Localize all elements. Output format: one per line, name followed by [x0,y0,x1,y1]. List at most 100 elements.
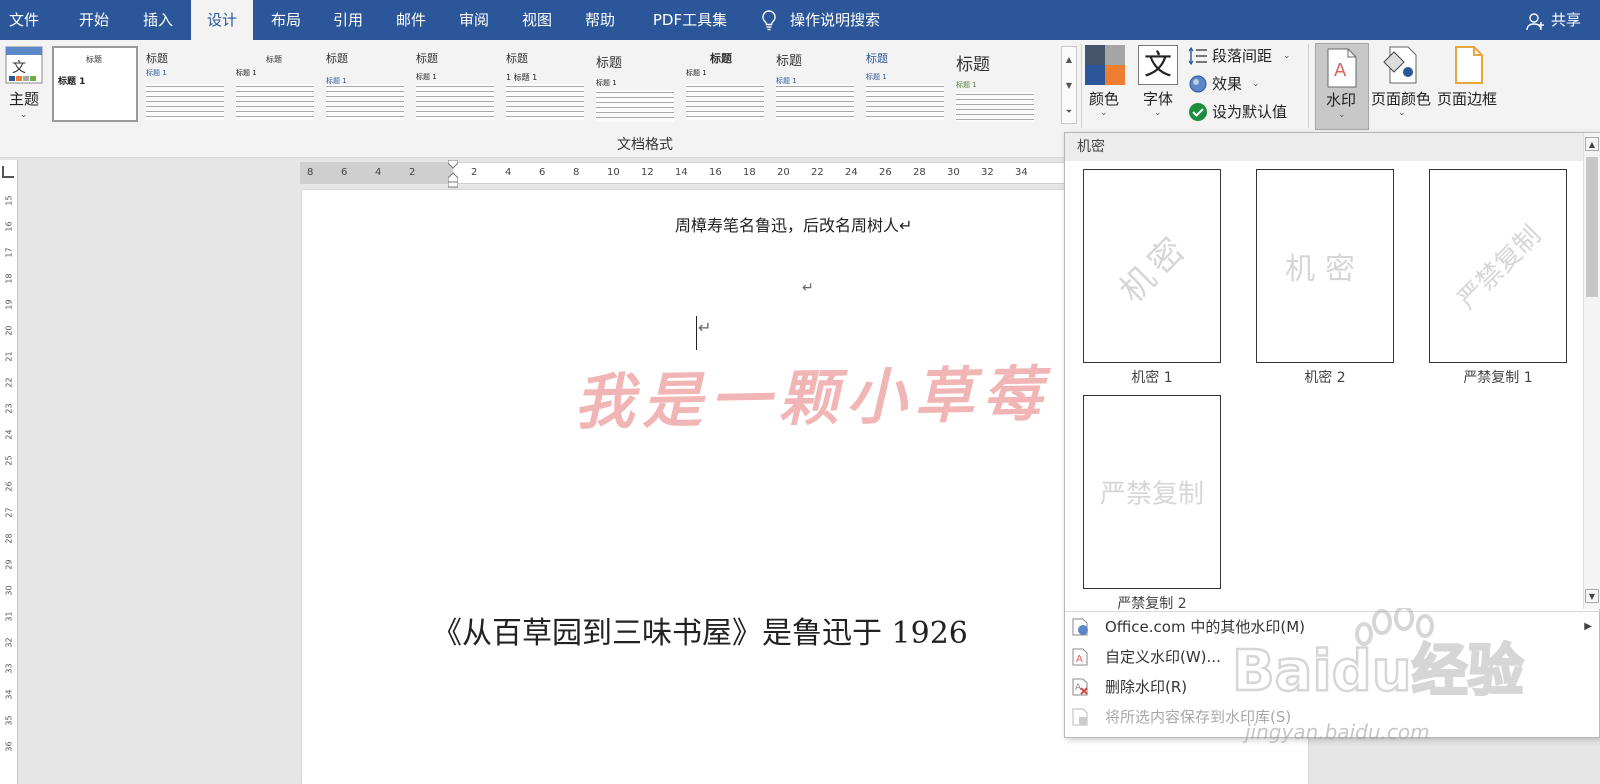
watermark-button[interactable]: A 水印 ⌄ [1315,43,1369,130]
fonts-icon[interactable]: 文 [1138,45,1178,85]
page-border-label[interactable]: 页面边框 [1437,88,1497,109]
gallery-scrollbar[interactable]: ▲ ▼ [1583,133,1600,609]
tab-stop-icon[interactable] [2,166,14,178]
watermark-option-confidential-1[interactable]: 机密 机密 1 [1083,169,1223,389]
colors-label[interactable]: 颜色 [1089,88,1119,109]
watermark-caption: 机密 2 [1304,370,1346,386]
fonts-label[interactable]: 字体 [1143,88,1173,109]
ruler-number: 23 [4,403,14,414]
tab-file[interactable]: 文件 [0,0,48,40]
gallery-scroll-up-icon[interactable]: ▲ [1062,47,1076,73]
watermark-option-do-not-copy-2[interactable]: 严禁复制 严禁复制 2 [1083,395,1223,615]
watermark-caption: 严禁复制 1 [1463,370,1533,386]
page-border-icon[interactable] [1452,46,1486,84]
tab-insert[interactable]: 插入 [128,0,188,40]
watermark-icon: A [1327,48,1357,88]
watermark-option-do-not-copy-1[interactable]: 严禁复制 严禁复制 1 [1429,169,1569,389]
style-thumb[interactable]: 标题 标题 1 [952,46,1038,122]
colors-icon[interactable] [1085,45,1125,85]
style-thumb[interactable]: 标题 标题 1 [592,46,678,122]
tab-layout[interactable]: 布局 [256,0,316,40]
ruler-number: 24 [845,167,858,178]
watermark-preview: 严禁复制 [1429,169,1567,363]
scroll-up-icon[interactable]: ▲ [1585,137,1599,151]
style-thumb[interactable]: 标题 标题 1 [412,46,498,122]
effects-button[interactable]: 效果 ⌄ [1188,72,1278,96]
tab-view[interactable]: 视图 [507,0,567,40]
tab-design[interactable]: 设计 [191,0,253,40]
style-thumb[interactable]: 标题 标题 1 [772,46,858,122]
style-thumb[interactable]: 标题 标题 1 [142,46,228,122]
style-thumb[interactable]: 标题 标题 1 [52,46,138,122]
tell-me-search[interactable]: 操作说明搜索 [790,0,880,40]
page-color-label[interactable]: 页面颜色 [1371,88,1431,109]
gallery-scrollbar[interactable]: ▲ ▼ ⏷ [1061,46,1077,124]
ruler-number: 15 [4,195,14,206]
svg-text:文: 文 [12,60,26,76]
colors-dropdown-icon[interactable]: ⌄ [1100,108,1108,118]
svg-text:A: A [1334,60,1347,81]
lightbulb-icon[interactable] [758,9,780,31]
ruler-number: 6 [539,167,546,178]
tab-review[interactable]: 审阅 [444,0,504,40]
watermark-preview: 机密 [1083,169,1221,363]
ruler-number: 6 [341,167,348,178]
watermark-option-confidential-2[interactable]: 机密 机密 2 [1256,169,1396,389]
page-color-dropdown-icon[interactable]: ⌄ [1398,108,1406,118]
gallery-scroll-down-icon[interactable]: ▼ [1062,73,1076,99]
scrollbar-thumb[interactable] [1586,157,1598,297]
style-thumb[interactable]: 标题 标题 1 [862,46,948,122]
ruler-number: 18 [743,167,756,178]
style-thumb[interactable]: 标题 标题 1 [682,46,768,122]
style-thumb[interactable]: 标题 标题 1 [232,46,318,122]
ruler-number: 26 [4,481,14,492]
indent-marker-icon[interactable] [448,160,458,188]
ruler-number: 35 [4,715,14,726]
ribbon-separator [1081,44,1082,128]
ruler-number: 2 [471,167,478,178]
tab-pdf-tools[interactable]: PDF工具集 [640,0,740,40]
share-button[interactable]: 共享 [1551,0,1581,40]
theme-label[interactable]: 主题 [9,88,39,109]
fonts-dropdown-icon[interactable]: ⌄ [1154,108,1162,118]
menu-bar: 文件 开始 插入 设计 布局 引用 邮件 审阅 视图 帮助 PDF工具集 操作说… [0,0,1600,40]
style-set-gallery: 标题 标题 1 标题 标题 1 标题 标题 1 标题 标题 1 标题 标题 1 … [50,46,1060,124]
save-to-gallery-icon [1072,708,1088,726]
ruler-number: 34 [4,689,14,700]
svg-text:A: A [1076,654,1083,665]
ruler-number: 33 [4,663,14,674]
tab-help[interactable]: 帮助 [570,0,630,40]
theme-dropdown-icon[interactable]: ⌄ [20,110,28,120]
gallery-expand-icon[interactable]: ⏷ [1062,99,1076,125]
custom-watermark-text: 我是一颗小草莓 [573,359,1051,439]
ruler-number: 32 [981,167,994,178]
ruler-number: 12 [641,167,654,178]
watermark-caption: 严禁复制 2 [1117,596,1187,612]
paragraph-mark: ↵ [802,280,814,296]
ruler-number: 8 [573,167,580,178]
baidu-logo-text: Baidu经验 [1232,639,1524,704]
tab-home[interactable]: 开始 [64,0,124,40]
paragraph-spacing-button[interactable]: 段落间距 ⌄ [1188,44,1298,68]
horizontal-ruler: 8 6 4 2 2 4 6 8 10 12 14 16 18 20 22 24 26 28 30 32 34 [300,162,1080,184]
ruler-number: 18 [4,273,14,284]
tab-references[interactable]: 引用 [318,0,378,40]
ruler-number: 4 [505,167,512,178]
tab-mailings[interactable]: 邮件 [381,0,441,40]
checkmark-circle-icon [1189,103,1207,121]
ruler-number: 26 [879,167,892,178]
scroll-down-icon[interactable]: ▼ [1585,589,1599,603]
remove-watermark-icon: A [1072,678,1088,696]
style-thumb[interactable]: 标题 标题 1 [322,46,408,122]
document-line-1: 周樟寿笔名鲁迅，后改名周树人↵ [675,216,913,235]
style-thumb[interactable]: 标题 1 标题 1 [502,46,588,122]
set-as-default-button[interactable]: 设为默认值 [1188,100,1308,124]
ruler-number: 27 [4,507,14,518]
ruler-number: 16 [709,167,722,178]
ruler-number: 17 [4,247,14,258]
ruler-number: 28 [4,533,14,544]
theme-icon[interactable]: 文 [5,46,43,84]
ruler-number: 20 [4,325,14,336]
share-person-icon[interactable] [1525,11,1545,31]
page-color-icon[interactable] [1382,46,1420,84]
